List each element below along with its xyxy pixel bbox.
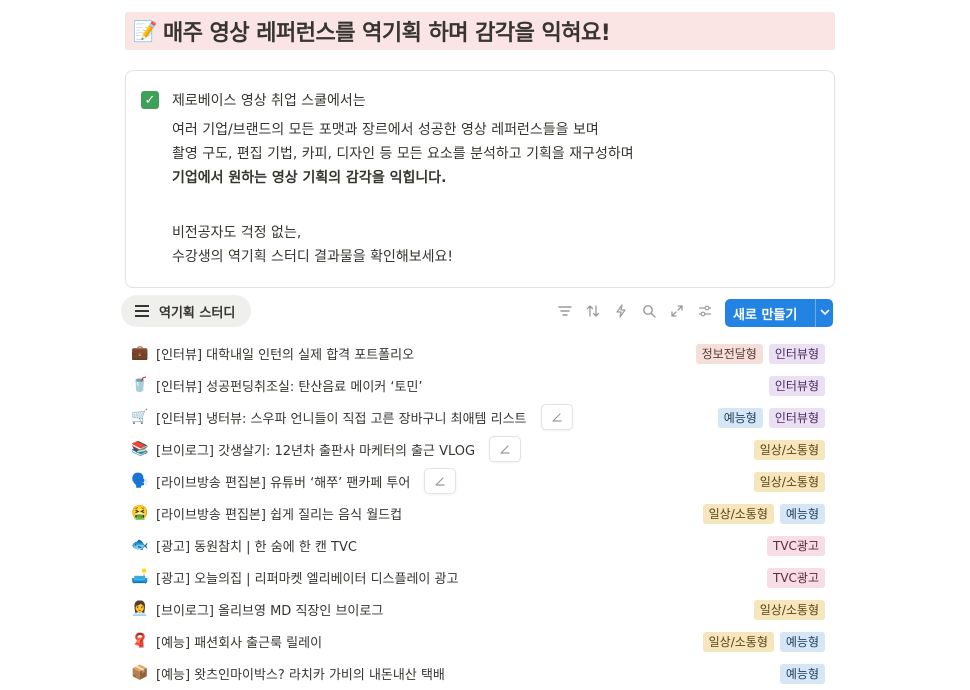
category-tag[interactable]: 일상/소통형 bbox=[702, 632, 774, 652]
tag-group: TVC광고 bbox=[767, 568, 825, 588]
page-emoji-icon: 👩‍💼 bbox=[131, 601, 149, 617]
database-toolbar: 역기획 스터디 새로 만들기 bbox=[121, 295, 835, 329]
list-item-title[interactable]: [브이로그] 갓생살기: 12년차 출판사 마케터의 출근 VLOG bbox=[156, 440, 475, 459]
list-item[interactable]: 📦 [예능] 왓츠인마이박스? 라치카 가비의 내돈내산 택배 예능형 bbox=[125, 657, 835, 689]
view-tab-study[interactable]: 역기획 스터디 bbox=[121, 295, 251, 327]
tag-group: 인터뷰형 bbox=[768, 376, 825, 396]
page-emoji-icon: 🧣 bbox=[131, 633, 149, 649]
tag-group: 일상/소통형 예능형 bbox=[702, 632, 825, 652]
page-emoji-icon: 🛋️ bbox=[131, 569, 149, 585]
new-button[interactable]: 새로 만들기 bbox=[725, 299, 833, 327]
tag-group: 일상/소통형 bbox=[753, 472, 825, 492]
tag-group: 예능형 인터뷰형 bbox=[717, 408, 825, 428]
page-emoji-icon: 🤮 bbox=[131, 505, 149, 521]
callout-line: 제로베이스 영상 취업 스쿨에서는 bbox=[172, 93, 366, 109]
checkmark-icon: ✓ bbox=[141, 91, 159, 109]
intro-callout: ✓ 제로베이스 영상 취업 스쿨에서는 여러 기업/브랜드의 모든 포맷과 장르… bbox=[125, 70, 835, 288]
database-list: 💼 [인터뷰] 대학내일 인턴의 실제 합격 포트폴리오 정보전달형 인터뷰형 🥤 [인터… bbox=[125, 337, 835, 689]
callout-line-bold: 기업에서 원하는 영상 기획의 감각을 익힙니다. bbox=[172, 170, 447, 186]
category-tag[interactable]: 일상/소통형 bbox=[753, 440, 825, 460]
edit-icon[interactable] bbox=[540, 404, 573, 430]
page-emoji-icon: 🛒 bbox=[131, 409, 149, 425]
settings-icon[interactable] bbox=[697, 304, 713, 320]
list-item-title[interactable]: [예능] 패션회사 출근룩 릴레이 bbox=[156, 632, 322, 651]
tag-group: TVC광고 bbox=[767, 536, 825, 556]
tag-group: 정보전달형 인터뷰형 bbox=[695, 344, 825, 364]
tag-group: 일상/소통형 bbox=[753, 600, 825, 620]
list-item-title[interactable]: [인터뷰] 냉터뷰: 스우파 언니들이 직접 고른 장바구니 최애템 리스트 bbox=[156, 408, 527, 427]
sort-icon[interactable] bbox=[585, 304, 601, 320]
list-item-title[interactable]: [인터뷰] 대학내일 인턴의 실제 합격 포트폴리오 bbox=[156, 344, 414, 363]
view-tab-label: 역기획 스터디 bbox=[159, 305, 236, 321]
category-tag[interactable]: 예능형 bbox=[779, 632, 825, 652]
category-tag[interactable]: 인터뷰형 bbox=[768, 344, 825, 364]
callout-line: 여러 기업/브랜드의 모든 포맷과 장르에서 성공한 영상 레퍼런스들을 보며 bbox=[172, 122, 599, 138]
page-emoji-icon: 📦 bbox=[131, 665, 149, 681]
edit-icon[interactable] bbox=[424, 468, 457, 494]
callout-line: 촬영 구도, 편집 기법, 카피, 디자인 등 모든 요소를 분석하고 기획을 … bbox=[172, 146, 634, 162]
category-tag[interactable]: 일상/소통형 bbox=[702, 504, 774, 524]
list-item[interactable]: 💼 [인터뷰] 대학내일 인턴의 실제 합격 포트폴리오 정보전달형 인터뷰형 bbox=[125, 337, 835, 369]
list-item-title[interactable]: [라이브방송 편집본] 유튜버 ‘해쭈’ 팬카페 투어 bbox=[156, 472, 410, 491]
list-item-title[interactable]: [광고] 오늘의집 | 리퍼마켓 엘리베이터 디스플레이 광고 bbox=[156, 568, 458, 587]
list-item[interactable]: 🛋️ [광고] 오늘의집 | 리퍼마켓 엘리베이터 디스플레이 광고 TVC광고 bbox=[125, 561, 835, 593]
search-icon[interactable] bbox=[641, 304, 657, 320]
page-title: 매주 영상 레퍼런스를 역기획 하며 감각을 익혀요! bbox=[163, 21, 611, 46]
category-tag[interactable]: 일상/소통형 bbox=[753, 472, 825, 492]
lightning-icon[interactable] bbox=[613, 304, 629, 320]
edit-icon[interactable] bbox=[489, 436, 522, 462]
category-tag[interactable]: 예능형 bbox=[779, 664, 825, 684]
new-button-label: 새로 만들기 bbox=[733, 307, 798, 323]
list-item-title[interactable]: [라이브방송 편집본] 쉽게 질리는 음식 월드컵 bbox=[156, 504, 402, 523]
category-tag[interactable]: 정보전달형 bbox=[695, 344, 763, 364]
category-tag[interactable]: 인터뷰형 bbox=[768, 408, 825, 428]
list-item-title[interactable]: [예능] 왓츠인마이박스? 라치카 가비의 내돈내산 택배 bbox=[156, 664, 445, 683]
list-icon bbox=[135, 305, 149, 317]
page-emoji-icon: 🥤 bbox=[131, 377, 149, 393]
page-emoji-icon: 📚 bbox=[131, 441, 149, 457]
tag-group: 일상/소통형 bbox=[753, 440, 825, 460]
tag-group: 일상/소통형 예능형 bbox=[702, 504, 825, 524]
filter-icon[interactable] bbox=[557, 304, 573, 320]
page-emoji-icon: 🐟 bbox=[131, 537, 149, 553]
list-item-title[interactable]: [브이로그] 올리브영 MD 직장인 브이로그 bbox=[156, 600, 383, 619]
list-item[interactable]: 🧣 [예능] 패션회사 출근룩 릴레이 일상/소통형 예능형 bbox=[125, 625, 835, 657]
page-emoji-icon: 💼 bbox=[131, 345, 149, 361]
category-tag[interactable]: 인터뷰형 bbox=[768, 376, 825, 396]
list-item[interactable]: 🤮 [라이브방송 편집본] 쉽게 질리는 음식 월드컵 일상/소통형 예능형 bbox=[125, 497, 835, 529]
memo-icon: 📝 bbox=[132, 19, 158, 43]
chevron-down-icon[interactable] bbox=[816, 306, 833, 321]
list-item-title[interactable]: [인터뷰] 성공펀딩취조실: 탄산음료 메이커 ‘토민’ bbox=[156, 376, 423, 395]
page-emoji-icon: 🗣️ bbox=[131, 473, 149, 489]
list-item[interactable]: 🛒 [인터뷰] 냉터뷰: 스우파 언니들이 직접 고른 장바구니 최애템 리스트 예… bbox=[125, 401, 835, 433]
category-tag[interactable]: 예능형 bbox=[717, 408, 763, 428]
category-tag[interactable]: TVC광고 bbox=[767, 536, 825, 556]
list-item[interactable]: 👩‍💼 [브이로그] 올리브영 MD 직장인 브이로그 일상/소통형 bbox=[125, 593, 835, 625]
expand-icon[interactable] bbox=[669, 304, 685, 320]
callout-line: 비전공자도 걱정 없는, bbox=[172, 225, 302, 241]
list-item[interactable]: 🐟 [광고] 동원참치 | 한 숨에 한 캔 TVC TVC광고 bbox=[125, 529, 835, 561]
category-tag[interactable]: TVC광고 bbox=[767, 568, 825, 588]
category-tag[interactable]: 예능형 bbox=[779, 504, 825, 524]
list-item[interactable]: 🥤 [인터뷰] 성공펀딩취조실: 탄산음료 메이커 ‘토민’ 인터뷰형 bbox=[125, 369, 835, 401]
category-tag[interactable]: 일상/소통형 bbox=[753, 600, 825, 620]
list-item[interactable]: 🗣️ [라이브방송 편집본] 유튜버 ‘해쭈’ 팬카페 투어 일상/소통형 bbox=[125, 465, 835, 497]
callout-line: 수강생의 역기획 스터디 결과물을 확인해보세요! bbox=[172, 249, 454, 265]
list-item[interactable]: 📚 [브이로그] 갓생살기: 12년차 출판사 마케터의 출근 VLOG 일상/소통… bbox=[125, 433, 835, 465]
page-heading: 📝 매주 영상 레퍼런스를 역기획 하며 감각을 익혀요! bbox=[125, 12, 835, 50]
tag-group: 예능형 bbox=[779, 664, 825, 684]
list-item-title[interactable]: [광고] 동원참치 | 한 숨에 한 캔 TVC bbox=[156, 536, 357, 555]
